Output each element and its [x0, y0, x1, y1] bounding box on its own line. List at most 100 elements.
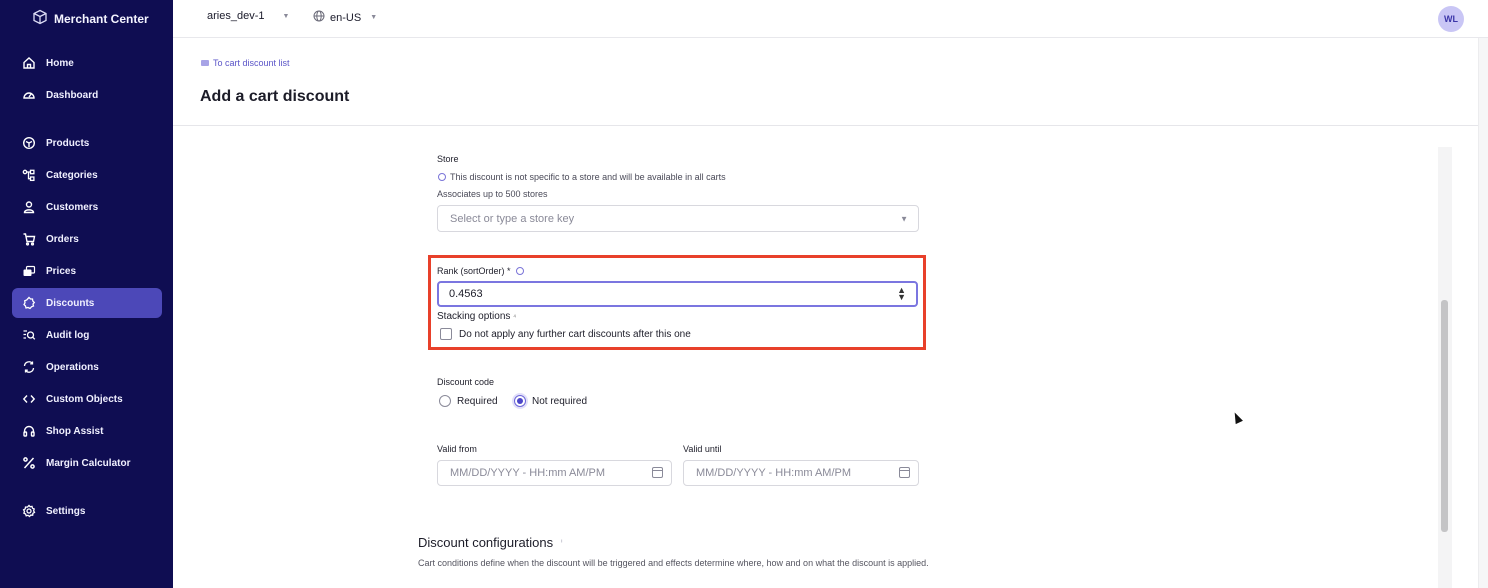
- sidebar-item-custom-objects[interactable]: Custom Objects: [12, 384, 162, 414]
- locale-value: en-US: [330, 11, 362, 24]
- radio-label: Not required: [532, 395, 588, 407]
- store-info-text: This discount is not specific to a store…: [450, 172, 726, 182]
- sidebar-item-label: Settings: [46, 505, 86, 517]
- store-helper: Associates up to 500 stores: [437, 189, 548, 199]
- app-root: Merchant Center Home Dashboard Products …: [0, 0, 1488, 588]
- percent-icon: [22, 456, 36, 470]
- scrollbar-thumb[interactable]: [1441, 300, 1448, 532]
- user-avatar[interactable]: WL: [1438, 6, 1464, 32]
- radio-label: Required: [457, 395, 498, 407]
- valid-until-label: Valid until: [683, 444, 722, 454]
- dashboard-icon: [22, 88, 36, 102]
- page-title: Add a cart discount: [200, 88, 350, 105]
- info-icon[interactable]: ⁱ: [561, 538, 562, 547]
- home-icon: [22, 56, 36, 70]
- sidebar-item-label: Discounts: [46, 297, 95, 309]
- valid-until-placeholder: MM/DD/YYYY - HH:mm AM/PM: [696, 467, 852, 479]
- radio-button[interactable]: [439, 395, 451, 407]
- stacking-label-text: Stacking options: [437, 311, 511, 322]
- brand-logo-icon: [32, 9, 48, 30]
- sidebar-item-customers[interactable]: Customers: [12, 192, 162, 222]
- sidebar-item-dashboard[interactable]: Dashboard: [12, 80, 162, 110]
- sidebar-item-label: Orders: [46, 233, 79, 245]
- sidebar-item-label: Home: [46, 57, 74, 69]
- configurations-description: Cart conditions define when the discount…: [418, 558, 929, 568]
- sidebar-item-label: Custom Objects: [46, 393, 123, 405]
- sidebar-item-settings[interactable]: Settings: [12, 496, 162, 526]
- chevron-down-icon: ▼: [282, 12, 290, 20]
- globe-icon: [313, 10, 325, 25]
- sidebar-item-label: Shop Assist: [46, 425, 104, 437]
- cart-icon: [22, 232, 36, 246]
- sidebar-item-shop-assist[interactable]: Shop Assist: [12, 416, 162, 446]
- chevron-down-icon: ▼: [900, 214, 908, 223]
- sidebar-item-audit-log[interactable]: Audit log: [12, 320, 162, 350]
- sidebar-item-label: Margin Calculator: [46, 457, 131, 469]
- store-label: Store: [437, 154, 459, 164]
- sidebar: Merchant Center Home Dashboard Products …: [0, 0, 173, 588]
- store-info: This discount is not specific to a store…: [438, 172, 726, 182]
- radio-button[interactable]: [514, 395, 526, 407]
- audit-log-icon: [22, 328, 36, 342]
- number-stepper-icon[interactable]: ▲ ▼: [897, 286, 906, 302]
- radio-not-required[interactable]: Not required: [514, 395, 587, 407]
- sidebar-item-orders[interactable]: Orders: [12, 224, 162, 254]
- info-icon: [438, 173, 446, 181]
- gear-icon: [22, 504, 36, 518]
- info-icon[interactable]: ⁴: [513, 314, 516, 321]
- calendar-icon[interactable]: [899, 467, 910, 478]
- valid-until-input[interactable]: MM/DD/YYYY - HH:mm AM/PM: [683, 460, 919, 486]
- store-placeholder: Select or type a store key: [450, 212, 575, 225]
- categories-icon: [22, 168, 36, 182]
- project-switcher[interactable]: aries_dev-1 ▼: [207, 10, 289, 22]
- sidebar-item-label: Dashboard: [46, 89, 99, 101]
- configurations-heading: Discount configurations ⁱ: [418, 535, 563, 550]
- valid-from-label: Valid from: [437, 444, 477, 454]
- code-icon: [22, 392, 36, 406]
- discount-icon: [22, 296, 36, 310]
- sidebar-item-label: Products: [46, 137, 90, 149]
- sidebar-item-operations[interactable]: Operations: [12, 352, 162, 382]
- sidebar-item-discounts[interactable]: Discounts: [12, 288, 162, 318]
- discount-code-label: Discount code: [437, 377, 495, 387]
- rank-input[interactable]: 0.4563 ▲ ▼: [437, 281, 918, 307]
- calendar-icon[interactable]: [652, 467, 663, 478]
- sidebar-item-products[interactable]: Products: [12, 128, 162, 158]
- sidebar-item-label: Audit log: [46, 329, 90, 341]
- prices-icon: [22, 264, 36, 278]
- sidebar-item-home[interactable]: Home: [12, 48, 162, 78]
- back-to-list-link[interactable]: To cart discount list: [201, 58, 290, 68]
- chevron-down-icon: ▼: [370, 14, 378, 21]
- sidebar-item-categories[interactable]: Categories: [12, 160, 162, 190]
- checkbox[interactable]: [440, 328, 452, 340]
- page-gutter: [1478, 38, 1488, 588]
- sidebar-item-label: Categories: [46, 169, 98, 181]
- list-icon: [201, 60, 209, 66]
- project-name: aries_dev-1: [207, 10, 265, 22]
- products-icon: [22, 136, 36, 150]
- sidebar-item-prices[interactable]: Prices: [12, 256, 162, 286]
- stacking-label: Stacking options ⁴: [437, 311, 516, 322]
- rank-label-row: Rank (sortOrder) *: [437, 266, 524, 276]
- customers-icon: [22, 200, 36, 214]
- form-content: [173, 127, 1478, 588]
- rank-value: 0.4563: [449, 288, 483, 300]
- sidebar-item-label: Prices: [46, 265, 77, 277]
- stop-stacking-checkbox[interactable]: Do not apply any further cart discounts …: [440, 328, 691, 340]
- valid-from-input[interactable]: MM/DD/YYYY - HH:mm AM/PM: [437, 460, 672, 486]
- page-header: To cart discount list Add a cart discoun…: [173, 38, 1478, 126]
- back-link-label: To cart discount list: [213, 58, 290, 68]
- brand[interactable]: Merchant Center: [32, 8, 149, 30]
- sidebar-item-label: Operations: [46, 361, 99, 373]
- brand-name: Merchant Center: [54, 12, 149, 26]
- info-icon[interactable]: [515, 267, 524, 275]
- valid-from-placeholder: MM/DD/YYYY - HH:mm AM/PM: [450, 467, 606, 479]
- operations-icon: [22, 360, 36, 374]
- store-select[interactable]: Select or type a store key ▼: [437, 205, 919, 232]
- headset-icon: [22, 424, 36, 438]
- checkbox-label: Do not apply any further cart discounts …: [459, 328, 691, 340]
- rank-label: Rank (sortOrder) *: [437, 266, 511, 276]
- radio-required[interactable]: Required: [439, 395, 498, 407]
- sidebar-item-margin-calculator[interactable]: Margin Calculator: [12, 448, 162, 478]
- locale-switcher[interactable]: en-US ▼: [313, 10, 377, 25]
